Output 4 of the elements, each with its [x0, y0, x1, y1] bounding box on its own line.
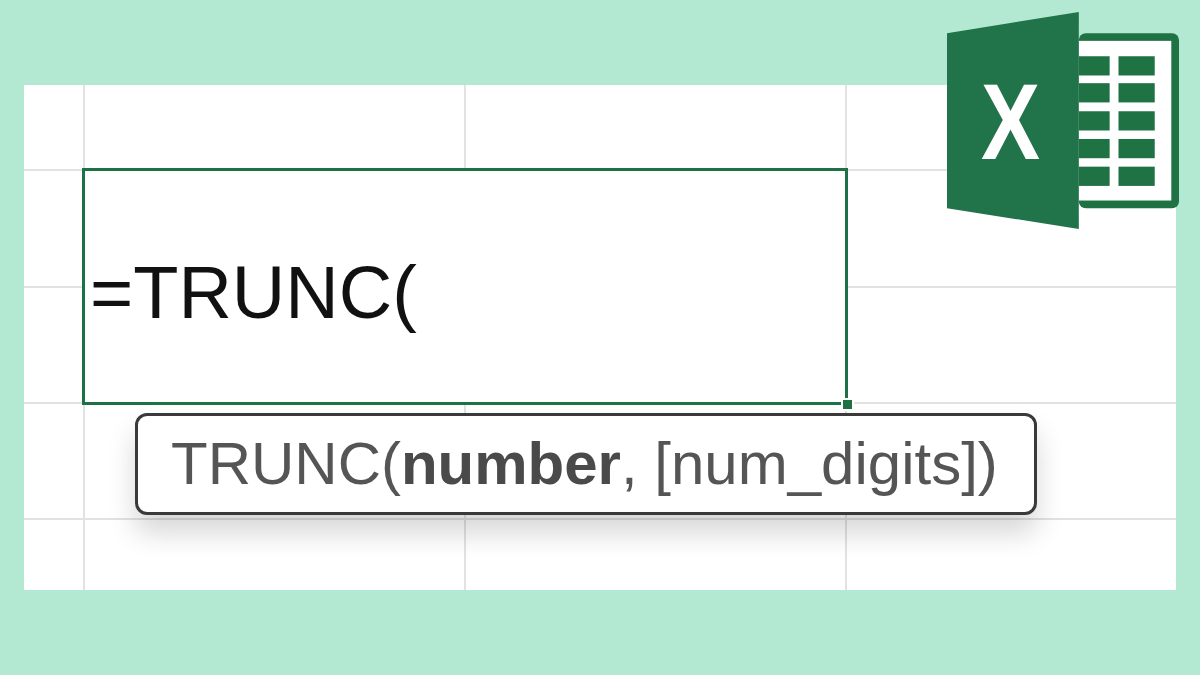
tooltip-text: TRUNC(number, [num_digits]): [171, 434, 998, 494]
app-logo: X: [947, 12, 1179, 229]
active-cell[interactable]: =TRUNC(: [82, 168, 848, 405]
fill-handle[interactable]: [841, 398, 854, 411]
